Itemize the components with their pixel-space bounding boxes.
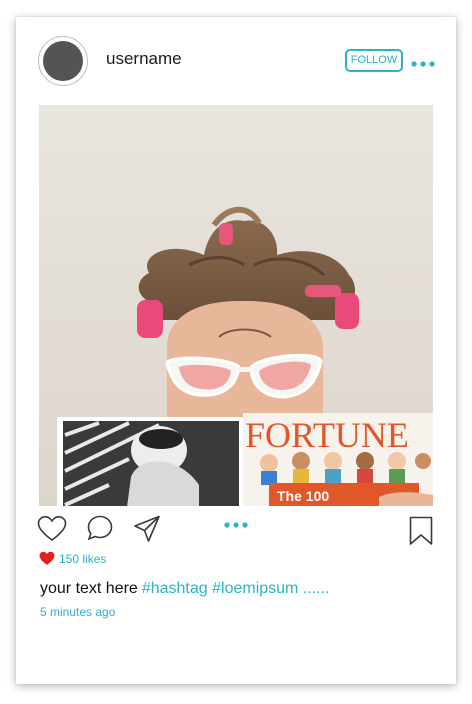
hashtags[interactable]: #hashtag #loemipsum ......	[142, 580, 330, 597]
avatar[interactable]	[38, 36, 88, 86]
comment-icon[interactable]	[86, 514, 114, 542]
post-photo[interactable]: FORTUNE The 100	[39, 105, 433, 506]
caption: your text here #hashtag #loemipsum ......	[40, 580, 329, 598]
magazine-subtitle: The 100	[277, 488, 329, 504]
more-options-icon[interactable]	[411, 56, 435, 67]
caption-text: your text here	[40, 580, 138, 597]
carousel-dots-icon	[224, 517, 248, 528]
timestamp: 5 minutes ago	[40, 605, 116, 619]
send-icon[interactable]	[132, 514, 162, 544]
heart-icon[interactable]	[37, 515, 67, 543]
username[interactable]: username	[106, 49, 182, 69]
bookmark-icon[interactable]	[408, 516, 434, 546]
avatar-image	[43, 41, 83, 81]
likes-count[interactable]: 150 likes	[59, 552, 106, 566]
follow-button[interactable]: FOLLOW	[345, 49, 403, 72]
filled-heart-icon	[39, 551, 55, 565]
magazine-title: FORTUNE	[245, 415, 409, 455]
